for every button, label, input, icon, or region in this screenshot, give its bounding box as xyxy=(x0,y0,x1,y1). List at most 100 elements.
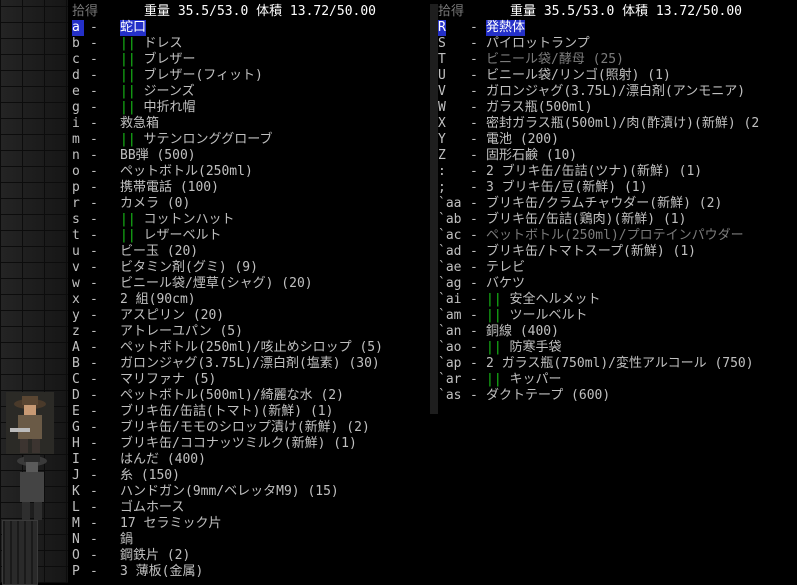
inventory-item[interactable]: g - || 中折れ帽 xyxy=(72,100,430,116)
inventory-item[interactable]: Z - 固形石鹸 (10) xyxy=(438,148,797,164)
inventory-item[interactable]: X - 密封ガラス瓶(500ml)/肉(酢漬け)(新鮮) (2 xyxy=(438,116,797,132)
item-name: ブリキ缶/クラムチャウダー(新鮮) (2) xyxy=(486,196,723,211)
worn-marker: || xyxy=(120,52,136,67)
inventory-item[interactable]: p - 携帯電話 (100) xyxy=(72,180,430,196)
item-separator: - xyxy=(90,532,98,547)
inventory-item[interactable]: m - || サテンロンググローブ xyxy=(72,132,430,148)
inventory-item[interactable]: r - カメラ (0) xyxy=(72,196,430,212)
item-separator: - xyxy=(470,116,478,131)
item-label: || ブレザー xyxy=(120,52,196,68)
item-name: ビー玉 (20) xyxy=(120,244,199,259)
inventory-item[interactable]: y - アスピリン (20) xyxy=(72,308,430,324)
item-name: 3 薄板(金属) xyxy=(120,564,204,579)
inventory-item[interactable]: o - ペットボトル(250ml) xyxy=(72,164,430,180)
item-label: 固形石鹸 (10) xyxy=(486,148,577,164)
inventory-item[interactable]: b - || ドレス xyxy=(72,36,430,52)
inventory-item[interactable]: W - ガラス瓶(500ml) xyxy=(438,100,797,116)
inventory-item[interactable]: a - 蛇口 xyxy=(72,20,430,36)
inventory-item[interactable]: w - ビニール袋/煙草(シャグ) (20) xyxy=(72,276,430,292)
item-label: アスピリン (20) xyxy=(120,308,224,324)
inventory-item[interactable]: E - ブリキ缶/缶詰(トマト)(新鮮) (1) xyxy=(72,404,430,420)
inventory-item[interactable]: n - BB弾 (500) xyxy=(72,148,430,164)
inventory-item[interactable]: C - マリファナ (5) xyxy=(72,372,430,388)
inventory-item[interactable]: D - ペットボトル(500ml)/綺麗な水 (2) xyxy=(72,388,430,404)
inventory-item[interactable]: i - 救急箱 xyxy=(72,116,430,132)
inventory-item[interactable]: d - || ブレザー(フィット) xyxy=(72,68,430,84)
item-label: 17 セラミック片 xyxy=(120,516,221,532)
inventory-item[interactable]: `as - ダクトテープ (600) xyxy=(438,388,797,404)
inventory-item[interactable]: `ao - || 防寒手袋 xyxy=(438,340,797,356)
inventory-item[interactable]: G - ブリキ缶/モモのシロップ漬け(新鮮) (2) xyxy=(72,420,430,436)
item-separator: - xyxy=(90,116,98,131)
item-label: ペットボトル(250ml)/咳止めシロップ (5) xyxy=(120,340,383,356)
item-label: ガラス瓶(500ml) xyxy=(486,100,593,116)
inventory-item[interactable]: `aa - ブリキ缶/クラムチャウダー(新鮮) (2) xyxy=(438,196,797,212)
item-hotkey: N xyxy=(72,532,80,547)
item-separator: - xyxy=(90,356,98,371)
inventory-item[interactable]: I - はんだ (400) xyxy=(72,452,430,468)
inventory-item[interactable]: J- 糸 (150) xyxy=(72,468,430,484)
item-label: ビー玉 (20) xyxy=(120,244,198,260)
item-name: ブリキ缶/缶詰(トマト)(新鮮) (1) xyxy=(120,404,334,419)
item-name: BB弾 (500) xyxy=(120,148,196,163)
item-label: ペットボトル(250ml) xyxy=(120,164,253,180)
inventory-item[interactable]: A - ペットボトル(250ml)/咳止めシロップ (5) xyxy=(72,340,430,356)
item-separator: - xyxy=(470,68,478,83)
inventory-item[interactable]: H - ブリキ缶/ココナッツミルク(新鮮) (1) xyxy=(72,436,430,452)
item-hotkey: J xyxy=(72,468,80,483)
item-separator: - xyxy=(470,388,478,403)
inventory-item[interactable]: s - || コットンハット xyxy=(72,212,430,228)
inventory-item[interactable]: N- 鍋 xyxy=(72,532,430,548)
inventory-item[interactable]: c - || ブレザー xyxy=(72,52,430,68)
inventory-item[interactable]: L - ゴムホース xyxy=(72,500,430,516)
inventory-item[interactable]: `ag - バケツ xyxy=(438,276,797,292)
inventory-item[interactable]: e - || ジーンズ xyxy=(72,84,430,100)
inventory-item[interactable]: B - ガロンジャグ(3.75L)/漂白剤(塩素) (30) xyxy=(72,356,430,372)
item-hotkey: R xyxy=(438,20,446,36)
inventory-item[interactable]: : -2 ブリキ缶/缶詰(ツナ)(新鮮) (1) xyxy=(438,164,797,180)
inventory-item[interactable]: x- 2 組(90cm) xyxy=(72,292,430,308)
inventory-item[interactable]: `ad - ブリキ缶/トマトスープ(新鮮) (1) xyxy=(438,244,797,260)
item-separator: - xyxy=(90,84,98,99)
inventory-item[interactable]: T - ビニール袋/酵母 (25) xyxy=(438,52,797,68)
item-separator: - xyxy=(470,340,478,355)
inventory-item[interactable]: u - ビー玉 (20) xyxy=(72,244,430,260)
item-label: ブリキ缶/トマトスープ(新鮮) (1) xyxy=(486,244,696,260)
item-separator: - xyxy=(470,84,478,99)
inventory-item[interactable]: z - アトレーユパン (5) xyxy=(72,324,430,340)
item-name: テレビ xyxy=(486,260,526,275)
item-separator: - xyxy=(90,100,98,115)
item-label: パイロットランプ xyxy=(486,36,590,52)
inventory-item[interactable]: t - || レザーベルト xyxy=(72,228,430,244)
inventory-item[interactable]: M - 17 セラミック片 xyxy=(72,516,430,532)
inventory-item[interactable]: K - ハンドガン(9mm/ベレッタM9) (15) xyxy=(72,484,430,500)
inventory-item[interactable]: Y - 電池 (200) xyxy=(438,132,797,148)
inventory-item[interactable]: S - パイロットランプ xyxy=(438,36,797,52)
inventory-item[interactable]: `ac - ペットボトル(250ml)/プロテインパウダー xyxy=(438,228,797,244)
inventory-item[interactable]: U - ビニール袋/リンゴ(照射) (1) xyxy=(438,68,797,84)
item-name: アトレーユパン (5) xyxy=(120,324,243,339)
item-hotkey: p xyxy=(72,180,80,195)
inventory-item[interactable]: `am - || ツールベルト xyxy=(438,308,797,324)
inventory-item[interactable]: ; -3 ブリキ缶/豆(新鮮) (1) xyxy=(438,180,797,196)
item-hotkey: M xyxy=(72,516,80,531)
inventory-item[interactable]: V - ガロンジャグ(3.75L)/漂白剤(アンモニア) xyxy=(438,84,797,100)
item-label: || ジーンズ xyxy=(120,84,195,100)
inventory-item[interactable]: `an - 銅線 (400) xyxy=(438,324,797,340)
inventory-item[interactable]: P- 3 薄板(金属) xyxy=(72,564,430,580)
item-name: マリファナ (5) xyxy=(120,372,217,387)
inventory-item[interactable]: `ar - || キッパー xyxy=(438,372,797,388)
item-hotkey: `ad xyxy=(438,244,462,259)
inventory-item[interactable]: R - 発熱体 xyxy=(438,20,797,36)
item-label: ビニール袋/リンゴ(照射) (1) xyxy=(486,68,671,84)
inventory-item[interactable]: `ai - || 安全ヘルメット xyxy=(438,292,797,308)
item-hotkey: `ab xyxy=(438,212,462,227)
inventory-item[interactable]: `ap -2 ガラス瓶(750ml)/変性アルコール (750) xyxy=(438,356,797,372)
inventory-item[interactable]: O - 鋼鉄片 (2) xyxy=(72,548,430,564)
item-label: マリファナ (5) xyxy=(120,372,216,388)
inventory-item[interactable]: `ae - テレビ xyxy=(438,260,797,276)
inventory-item[interactable]: v - ビタミン剤(グミ) (9) xyxy=(72,260,430,276)
inventory-item[interactable]: `ab - ブリキ缶/缶詰(鶏肉)(新鮮) (1) xyxy=(438,212,797,228)
item-hotkey: `an xyxy=(438,324,462,339)
item-separator: - xyxy=(470,324,478,339)
